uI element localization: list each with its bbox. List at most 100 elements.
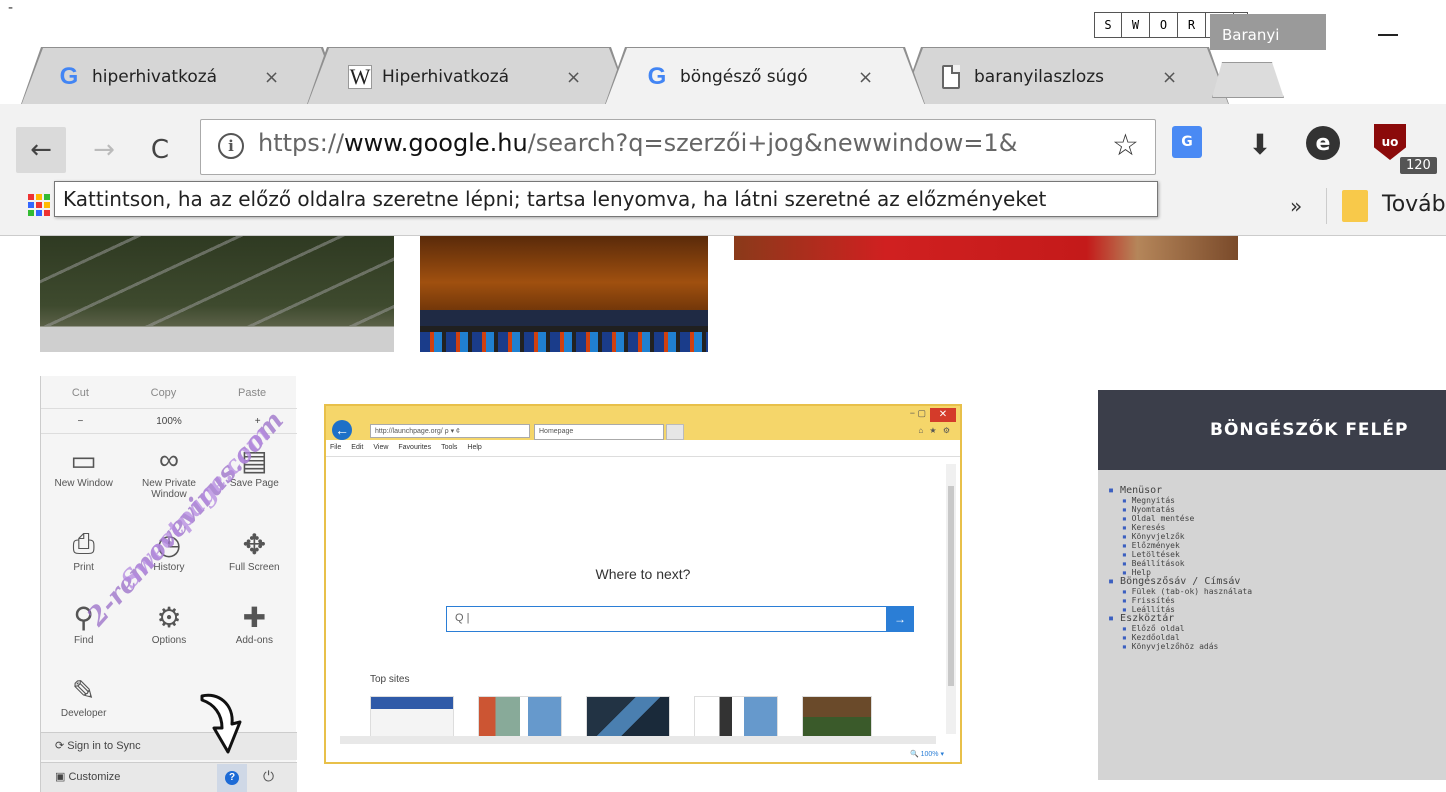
- image-result-red[interactable]: [734, 236, 1238, 260]
- bookmarks-overflow-button[interactable]: »: [1290, 194, 1302, 218]
- ie-top-sites-label: Top sites: [370, 674, 410, 685]
- fullscreen-icon: ✥: [242, 528, 267, 560]
- image-result-icons: [420, 332, 708, 352]
- minimize-button[interactable]: [1378, 20, 1398, 36]
- zoom-level: 100%: [156, 415, 182, 427]
- apps-dot: [44, 194, 50, 200]
- apps-dot: [36, 202, 42, 208]
- tab-baranyilaszlo[interactable]: baranyilaszlozs ×: [938, 50, 1208, 104]
- info-icon[interactable]: i: [218, 133, 244, 159]
- help-icon: ?: [225, 771, 239, 785]
- ie-address-bar: http://launchpage.org/ ρ ▾ ¢: [370, 424, 530, 438]
- bookmark-folder-label[interactable]: Továb: [1382, 192, 1446, 217]
- menu-item-label: Print: [73, 562, 94, 573]
- tab-title: Hiperhivatkozá: [382, 67, 510, 87]
- edit-row: Cut Copy Paste: [41, 380, 297, 406]
- slide-list-item: Előző oldal: [1108, 624, 1252, 633]
- ie-window-image[interactable]: ← http://launchpage.org/ ρ ▾ ¢ Homepage …: [324, 404, 962, 764]
- ie-menu-bar: File Edit View Favourites Tools Help: [330, 444, 482, 451]
- menu-item-label: New Window: [54, 478, 113, 489]
- close-tab-icon[interactable]: ×: [858, 67, 873, 88]
- forward-button[interactable]: →: [84, 127, 124, 173]
- ie-menu-item: View: [373, 444, 389, 451]
- download-icon[interactable]: ⬇: [1240, 124, 1280, 164]
- menu-item: ⚙ Options: [126, 599, 211, 647]
- ie-menu-item: File: [330, 444, 342, 451]
- ie-scrollbar: [946, 464, 956, 734]
- apps-dot: [28, 194, 34, 200]
- tab-title: baranyilaszlozs: [974, 67, 1104, 87]
- paste-label: Paste: [237, 387, 267, 399]
- bookmarks-separator: [1326, 188, 1327, 224]
- slide-title: BÖNGÉSZŐK FELÉP: [1098, 390, 1446, 470]
- bookmark-star-icon[interactable]: ☆: [1112, 128, 1139, 163]
- slide-list-item: Oldal mentése: [1108, 514, 1252, 523]
- ie-search-button: →: [886, 606, 914, 632]
- tab-hiperhivatkoza-google[interactable]: G hiperhivatkozá ×: [56, 50, 306, 104]
- apps-dot: [44, 210, 50, 216]
- profile-badge[interactable]: Baranyi: [1210, 14, 1326, 50]
- ime-key[interactable]: O: [1150, 12, 1178, 38]
- tab-bongeszo-sugo[interactable]: G böngésző súgó ×: [644, 50, 904, 104]
- tab-hiperhivatkoza-wikipedia[interactable]: W Hiperhivatkozá ×: [348, 50, 608, 104]
- ime-key[interactable]: W: [1122, 12, 1150, 38]
- menu-item: ✚ Add-ons: [212, 599, 297, 647]
- url-path: /search?q=szerzői+jog&newwindow=1&: [527, 129, 1018, 157]
- translate-extension-icon[interactable]: G: [1172, 126, 1202, 158]
- slide-list-item: Kezdőoldal: [1108, 633, 1252, 642]
- ie-menu-item: Edit: [351, 444, 364, 451]
- menu-item: ▭ New Window: [41, 442, 126, 500]
- apps-dot: [28, 210, 34, 216]
- ie-window-controls: − ▢: [909, 408, 926, 418]
- ie-close-icon: ✕: [930, 408, 956, 422]
- e-extension-icon[interactable]: e: [1306, 126, 1340, 160]
- new-tab-button[interactable]: [1212, 62, 1284, 98]
- ie-back-icon: ←: [332, 420, 352, 440]
- ie-heading: Where to next?: [595, 566, 691, 582]
- ie-new-tab: [666, 424, 684, 440]
- url-text[interactable]: https://www.google.hu/search?q=szerzői+j…: [258, 129, 1108, 157]
- close-tab-icon[interactable]: ×: [264, 67, 279, 88]
- reload-button[interactable]: C: [140, 127, 180, 173]
- slide-list-item: Keresés: [1108, 523, 1252, 532]
- folder-icon[interactable]: [1342, 190, 1368, 222]
- apps-dot: [36, 194, 42, 200]
- slide-list-item: Frissítés: [1108, 596, 1252, 605]
- help-button: ?: [217, 764, 247, 792]
- ie-menu-item: Tools: [441, 444, 458, 451]
- ime-key[interactable]: R: [1178, 12, 1206, 38]
- ie-site-tile: [370, 696, 454, 738]
- back-button[interactable]: ←: [16, 127, 66, 173]
- url-scheme: https://: [258, 129, 345, 157]
- firefox-menu-image[interactable]: Cut Copy Paste − 100% + ▭ New Window ∞ New…: [40, 376, 297, 792]
- ie-search-box: Q |: [446, 606, 888, 632]
- ie-separator: [326, 456, 960, 457]
- menu-item-label: Add-ons: [235, 635, 273, 646]
- image-result-garden-overlay: [40, 236, 394, 326]
- ie-zoom-label: 🔍 100% ▾: [909, 751, 944, 758]
- apps-dot: [36, 210, 42, 216]
- close-tab-icon[interactable]: ×: [1162, 67, 1177, 88]
- ie-top-sites: [370, 696, 872, 738]
- menu-item: ⎙ Print: [41, 526, 126, 574]
- menu-item-label: Options: [151, 635, 187, 646]
- slide-list-item: Menüsor: [1108, 486, 1252, 496]
- ie-tab: Homepage: [534, 424, 664, 440]
- url-host: www.google.hu: [344, 129, 528, 157]
- ie-search-sym: ρ ▾ ¢: [444, 428, 460, 435]
- close-tab-icon[interactable]: ×: [566, 67, 581, 88]
- ie-scroll-thumb: [948, 486, 954, 686]
- ie-address: http://launchpage.org/: [375, 428, 443, 435]
- sign-in-to-sync: ⟳ Sign in to Sync: [41, 732, 297, 760]
- slide-image[interactable]: BÖNGÉSZŐK FELÉP MenüsorMegnyitásNyomtatá…: [1098, 390, 1446, 780]
- slide-list-item: Letöltések: [1108, 550, 1252, 559]
- customize-row: ▣ Customize: [41, 762, 297, 792]
- google-icon: G: [647, 63, 667, 90]
- apps-icon[interactable]: [28, 194, 50, 216]
- wikipedia-icon: W: [348, 64, 372, 89]
- google-icon: G: [59, 63, 79, 90]
- menu-item-label: Find: [73, 635, 94, 646]
- ime-key[interactable]: S: [1094, 12, 1122, 38]
- print-icon: ⎙: [72, 527, 95, 559]
- tab-title: böngésző súgó: [680, 67, 808, 87]
